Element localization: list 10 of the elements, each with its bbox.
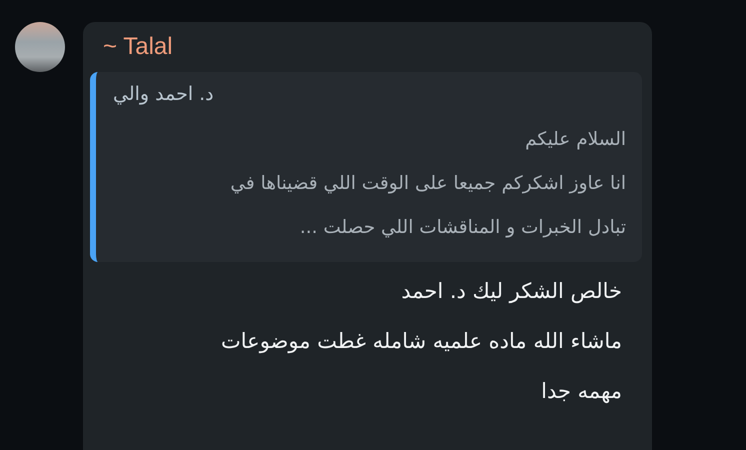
message-text: ماشاء الله ماده علميه شامله غطت موضوعات	[221, 328, 622, 356]
sender-name: ~ Talal	[102, 32, 173, 62]
quote-text: انا عاوز اشكركم جميعا على الوقت اللي قضيناها في	[230, 172, 626, 196]
quote-author: د. احمد والي	[113, 82, 214, 107]
message-text: خالص الشكر ليك د. احمد	[400, 278, 622, 306]
avatar-photo[interactable]	[15, 22, 65, 72]
quote-text: السلام عليكم	[524, 128, 626, 152]
quote-text: تبادل الخبرات و المناقشات اللي حصلت ...	[298, 216, 626, 240]
quoted-message[interactable]: د. احمد والي السلام عليكم انا عاوز اشكركم جميعا على الوقت اللي قضيناها في تبادل الخبرات و المناقشات اللي حصلت ...	[90, 72, 642, 262]
message-text: مهمه جدا	[540, 378, 622, 406]
